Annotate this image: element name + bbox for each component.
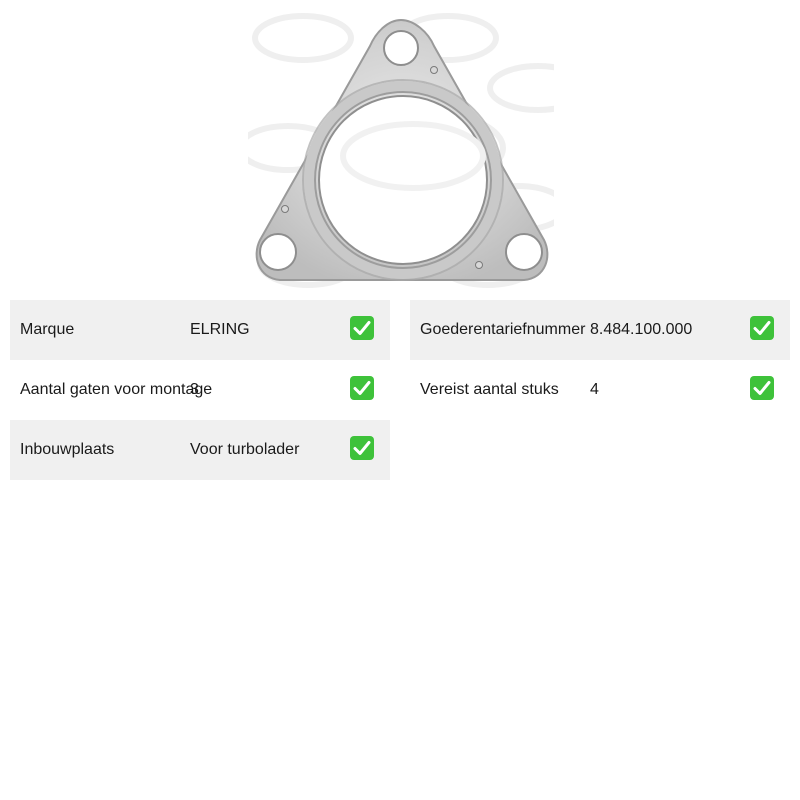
- spec-row: Vereist aantal stuks 4: [410, 360, 790, 420]
- check-mark-icon: [350, 376, 374, 400]
- rivet: [281, 205, 289, 213]
- spec-row: Marque ELRING: [10, 300, 390, 360]
- check-mark-icon: [750, 316, 774, 340]
- spec-label: Inbouwplaats: [20, 441, 115, 458]
- spec-label: Marque: [20, 321, 75, 338]
- spec-value: Voor turbolader: [190, 441, 300, 458]
- spec-value: 4: [590, 381, 599, 398]
- check-mark-icon: [350, 316, 374, 340]
- rivet: [430, 66, 438, 74]
- check-mark-icon: [750, 376, 774, 400]
- spec-label: Goederentariefnummer: [420, 321, 586, 338]
- spec-value: 3: [190, 381, 199, 398]
- rivet: [475, 261, 483, 269]
- spec-value: 8.484.100.000: [590, 321, 693, 338]
- spec-value: ELRING: [190, 321, 250, 338]
- spec-label: Vereist aantal stuks: [420, 381, 559, 398]
- spec-label: Aantal gaten voor montage: [20, 381, 213, 398]
- gasket-illustration: [248, 13, 554, 288]
- mounting-hole: [259, 233, 297, 271]
- spec-row: Goederentariefnummer 8.484.100.000: [410, 300, 790, 360]
- specs-table-left: Marque ELRING Aantal gaten voor montage …: [10, 300, 390, 480]
- specs-table-right: Goederentariefnummer 8.484.100.000 Verei…: [410, 300, 790, 420]
- product-image: [248, 8, 554, 292]
- mounting-hole: [505, 233, 543, 271]
- mounting-hole: [383, 30, 419, 66]
- spec-row: Aantal gaten voor montage 3: [10, 360, 390, 420]
- check-mark-icon: [350, 436, 374, 460]
- spec-row: Inbouwplaats Voor turbolader: [10, 420, 390, 480]
